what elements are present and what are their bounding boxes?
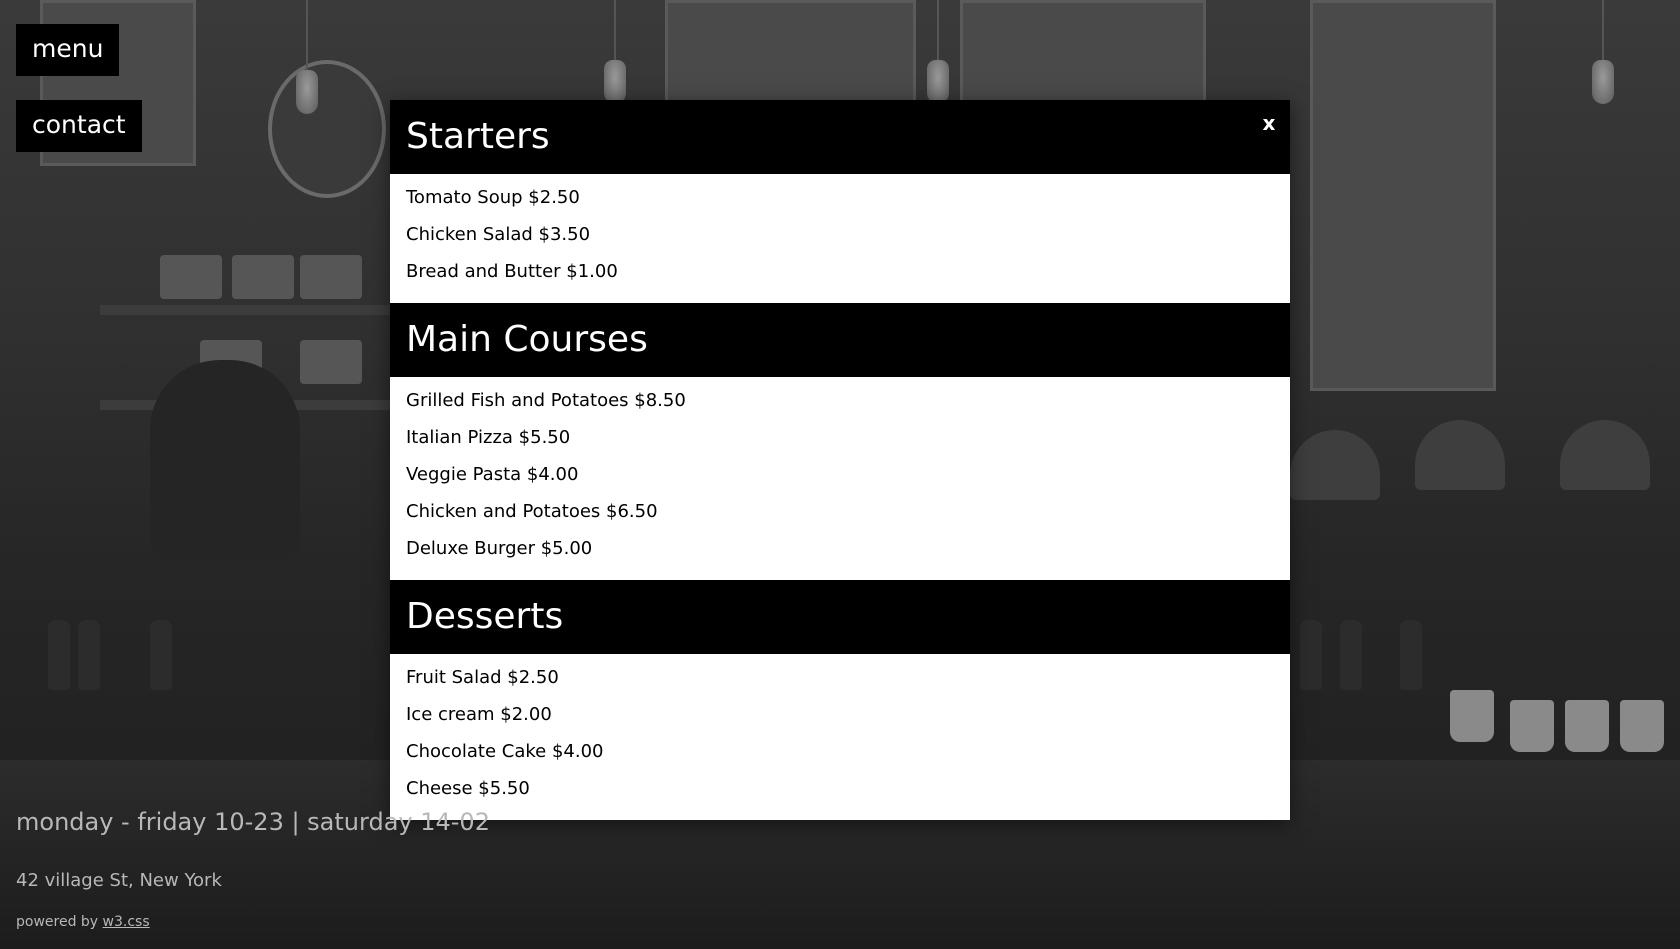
tin-jar [300,255,362,299]
section-heading: Desserts [390,580,1290,654]
powered-by-prefix: powered by [16,914,99,930]
bottle [1300,620,1322,690]
pendant-lamp [1592,0,1614,104]
menu-item: Bread and Butter $1.00 [406,261,618,282]
bottle [1400,620,1422,690]
contact-button[interactable]: contact [16,100,142,152]
pendant-lamp [604,0,626,104]
bottle [78,620,100,690]
menu-section-starters: Starters Tomato Soup $2.50 Chicken Salad… [390,100,1290,303]
shelf [100,305,390,315]
menu-item: Tomato Soup $2.50 [406,187,580,208]
tin-jar [300,340,362,384]
tin-jar [160,255,222,299]
menu-item: Veggie Pasta $4.00 [406,464,579,485]
menu-board-left [665,0,916,106]
menu-item: Chicken and Potatoes $6.50 [406,501,658,522]
tin-jar [232,255,294,299]
menu-item: Grilled Fish and Potatoes $8.50 [406,390,686,411]
bottle [150,620,172,690]
w3css-link[interactable]: w3.css [103,914,150,930]
section-heading: Main Courses [390,303,1290,377]
mug [1620,700,1664,752]
close-button[interactable]: x [1258,110,1280,136]
mug [1450,690,1494,742]
menu-item: Fruit Salad $2.50 [406,667,559,688]
bottle [48,620,70,690]
powered-by: powered by w3.css [16,914,150,930]
cake-dome [1415,420,1505,490]
menu-item: Chocolate Cake $4.00 [406,741,604,762]
bottle [1340,620,1362,690]
section-items: Grilled Fish and Potatoes $8.50 Italian … [390,377,1290,580]
menu-section-main-courses: Main Courses Grilled Fish and Potatoes $… [390,303,1290,580]
mug [1565,700,1609,752]
menu-item: Deluxe Burger $5.00 [406,538,593,559]
section-heading: Starters [390,100,1290,174]
menu-section-desserts: Desserts Fruit Salad $2.50 Ice cream $2.… [390,580,1290,820]
pendant-lamp [296,0,318,114]
opening-hours: monday - friday 10-23 | saturday 14-02 [16,808,490,836]
barista-figure [150,360,300,560]
menu-item: Chicken Salad $3.50 [406,224,591,245]
section-items: Fruit Salad $2.50 Ice cream $2.00 Chocol… [390,654,1290,820]
section-items: Tomato Soup $2.50 Chicken Salad $3.50 Br… [390,174,1290,303]
pendant-lamp [927,0,949,104]
cafe-logo [268,60,386,198]
menu-item: Ice cream $2.00 [406,704,552,725]
address: 42 village St, New York [16,870,222,891]
menu-item: Cheese $5.50 [406,778,530,799]
menu-board-middle [960,0,1206,106]
menu-board-right [1310,0,1496,391]
mug [1510,700,1554,752]
cake-dome [1290,430,1380,500]
menu-button[interactable]: menu [16,24,120,76]
menu-modal: x Starters Tomato Soup $2.50 Chicken Sal… [390,100,1290,820]
menu-item: Italian Pizza $5.50 [406,427,571,448]
cake-dome [1560,420,1650,490]
